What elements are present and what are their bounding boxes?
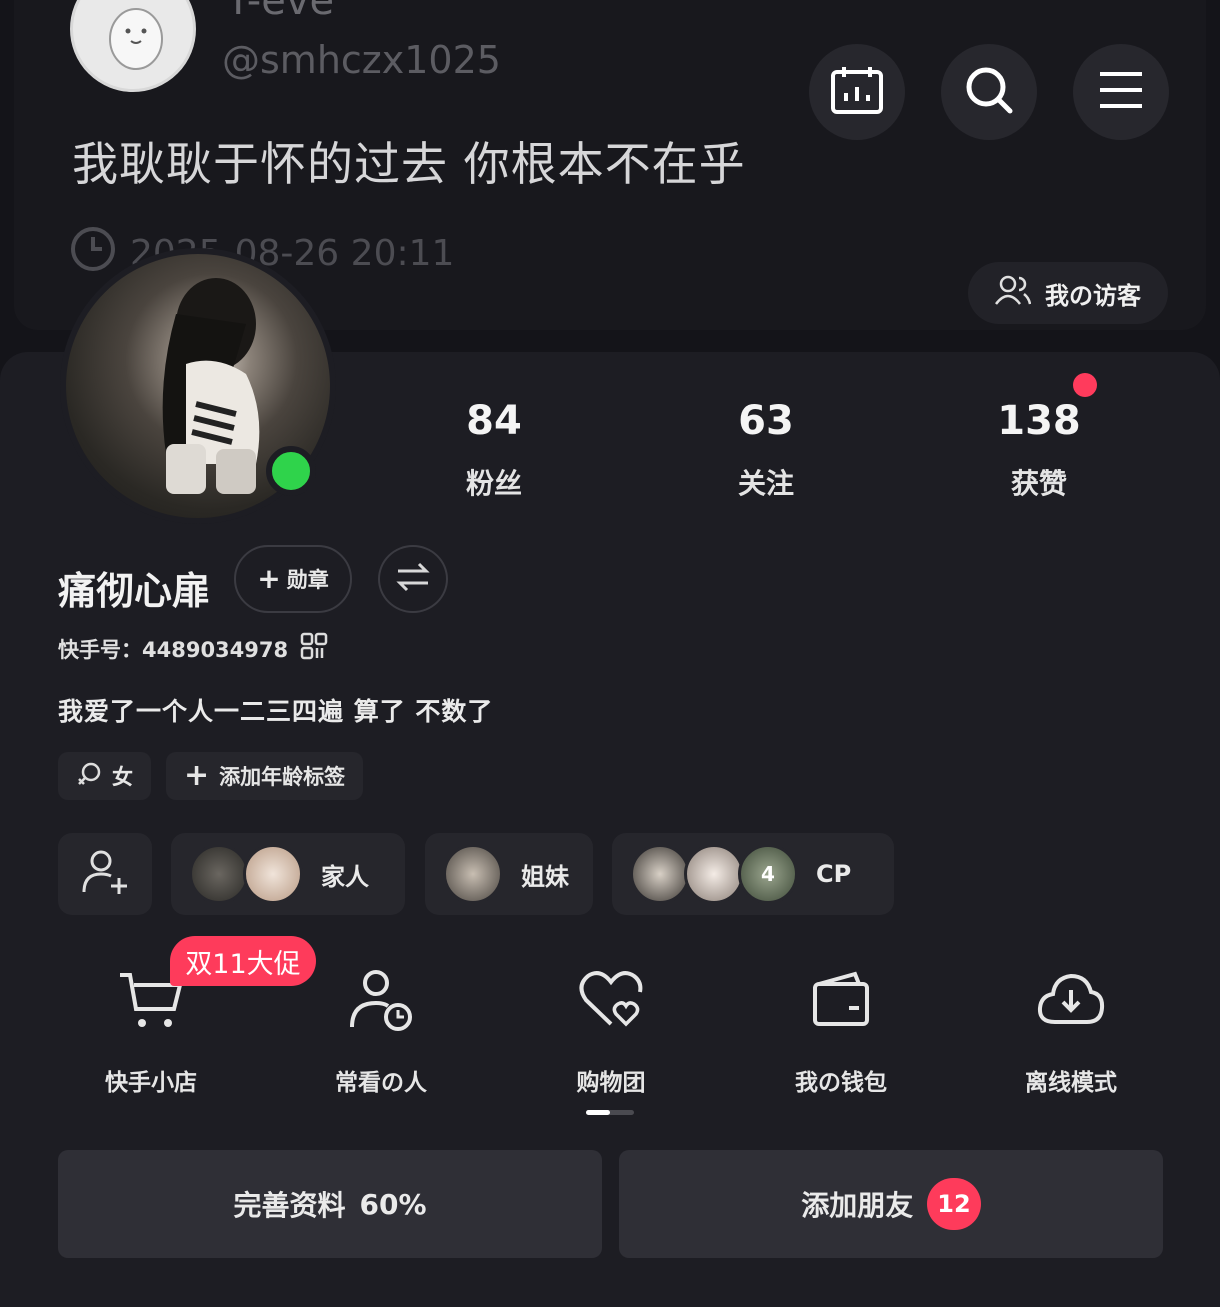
- wallet-label: 我の钱包: [795, 1070, 887, 1096]
- offline-mode-label: 离线模式: [1025, 1070, 1117, 1096]
- relation-family-label: 家人: [321, 862, 369, 891]
- clock-icon: [70, 226, 116, 281]
- shopping-group-entry[interactable]: 购物团: [521, 965, 701, 1097]
- wallet-icon: [751, 965, 931, 1035]
- followers-label: 粉丝: [465, 467, 522, 500]
- function-pager-indicator: [586, 1110, 634, 1115]
- menu-button[interactable]: [1073, 44, 1169, 140]
- likes-count: 138: [997, 398, 1081, 444]
- following-label: 关注: [737, 467, 794, 500]
- plus-icon: +: [257, 562, 281, 595]
- shopping-group-label: 购物团: [576, 1070, 646, 1096]
- likes-label: 获赞: [1010, 467, 1067, 500]
- wallet-entry[interactable]: 我の钱包: [751, 965, 931, 1097]
- cp-count: 4: [761, 862, 775, 886]
- post-author-handle: @smhczx1025: [222, 38, 501, 82]
- visitors-button[interactable]: 我の访客: [968, 262, 1168, 324]
- add-friends-count-badge: 12: [927, 1178, 981, 1230]
- switch-account-button[interactable]: [378, 545, 448, 613]
- gender-label: 女: [112, 765, 133, 789]
- post-author-name: T-eve: [226, 0, 335, 24]
- relation-sisters-label: 姐妹: [521, 862, 569, 891]
- post-text: 我耿耿于怀的过去 你根本不在乎: [72, 137, 746, 191]
- complete-profile-button[interactable]: 完善资料 60%: [58, 1150, 602, 1258]
- kuaishou-id-label: 快手号：: [58, 637, 142, 662]
- cp-avatar-3: 4: [738, 844, 798, 904]
- add-friends-button[interactable]: 添加朋友 12: [619, 1150, 1163, 1258]
- sisters-avatar-1: [443, 844, 503, 904]
- cp-avatar-1: [630, 844, 690, 904]
- offline-mode-entry[interactable]: 离线模式: [981, 965, 1161, 1097]
- gender-tag[interactable]: 女: [58, 752, 151, 800]
- profile-bio: 我爱了一个人一二三四遍 算了 不数了: [58, 697, 494, 726]
- plus-icon: +: [184, 758, 210, 793]
- stat-following[interactable]: 63 关注: [666, 398, 866, 502]
- frequent-contacts-label: 常看の人: [335, 1070, 427, 1096]
- relation-cp-label: CP: [816, 860, 852, 888]
- kuaishou-id-row[interactable]: 快手号：4489034978: [58, 632, 328, 665]
- person-clock-icon: [291, 965, 471, 1035]
- heart-group-icon: [521, 965, 701, 1035]
- calendar-button[interactable]: [809, 44, 905, 140]
- cp-avatar-2: [684, 844, 744, 904]
- cloud-download-icon: [981, 965, 1161, 1035]
- visitors-icon: [995, 275, 1032, 311]
- visitors-label: 我の访客: [1045, 281, 1141, 310]
- switch-arrows-icon: [396, 562, 430, 596]
- kuaishou-id-text: 快手号：4489034978: [58, 634, 288, 664]
- post-author-avatar[interactable]: [70, 0, 196, 92]
- search-icon: [964, 65, 1014, 119]
- qr-code-icon[interactable]: [300, 632, 328, 665]
- female-icon: [76, 761, 102, 792]
- badge-label: 勋章: [286, 568, 329, 592]
- add-age-tag-label: 添加年龄标签: [219, 765, 346, 789]
- calendar-icon: [830, 65, 884, 119]
- complete-profile-percent: 60%: [359, 1187, 427, 1221]
- family-avatar-1: [189, 844, 249, 904]
- kuaishou-id-value: 4489034978: [142, 637, 289, 662]
- add-person-icon: [81, 848, 129, 900]
- stat-likes[interactable]: 138 获赞: [939, 398, 1139, 502]
- relation-sisters[interactable]: 姐妹: [425, 833, 593, 915]
- following-count: 63: [738, 398, 794, 444]
- add-relation-button[interactable]: [58, 833, 152, 915]
- online-status-dot: [266, 446, 316, 496]
- complete-profile-label: 完善资料: [233, 1189, 346, 1222]
- add-badge-button[interactable]: + 勋章: [234, 545, 352, 613]
- profile-nickname: 痛彻心扉: [58, 569, 211, 613]
- family-avatar-2: [243, 844, 303, 904]
- frequent-contacts-entry[interactable]: 常看の人: [291, 965, 471, 1097]
- kuaishou-shop-label: 快手小店: [105, 1070, 197, 1096]
- menu-icon: [1098, 71, 1144, 113]
- search-button[interactable]: [941, 44, 1037, 140]
- add-friends-label: 添加朋友: [801, 1189, 914, 1222]
- add-age-tag-button[interactable]: + 添加年龄标签: [166, 752, 364, 800]
- followers-count: 84: [466, 398, 522, 444]
- likes-notification-dot: [1073, 373, 1097, 397]
- relation-cp[interactable]: 4 CP: [612, 833, 894, 915]
- stat-followers[interactable]: 84 粉丝: [394, 398, 594, 502]
- relation-family[interactable]: 家人: [171, 833, 405, 915]
